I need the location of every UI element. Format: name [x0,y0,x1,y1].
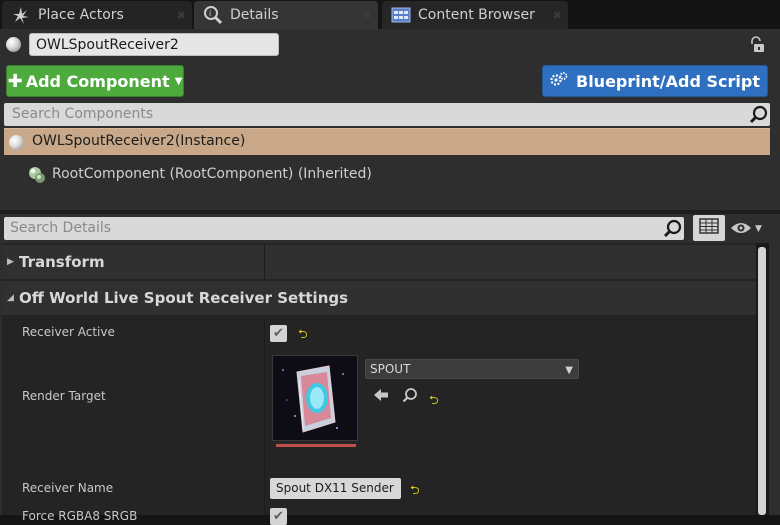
checkmark-icon: ✔ [273,509,284,524]
details-panel: OWLSpoutReceiver2 ✚ Add Component ▼ Blue… [0,29,780,525]
tab-content-browser[interactable]: Content Browser ✖ [382,1,568,29]
property-matrix-button[interactable] [693,215,725,241]
details-view: ▶ Transform ◢ Off World Live Spout Recei… [2,243,756,525]
force-rgba8-label: Force RGBA8 SRGB [22,509,138,523]
reset-to-default-icon[interactable]: ⮌ [298,325,308,346]
gear-icon [550,71,568,91]
scrollbar-thumb[interactable] [758,247,766,515]
category-label: Transform [19,253,105,271]
blueprint-add-script-button[interactable]: Blueprint/Add Script [542,65,768,97]
add-component-button[interactable]: ✚ Add Component ▼ [6,65,184,97]
component-instance-row[interactable]: OWLSpoutReceiver2(Instance) [4,128,770,155]
blueprint-label: Blueprint/Add Script [576,71,760,91]
close-icon[interactable]: ✖ [553,9,562,22]
receiver-name-input[interactable]: Spout DX11 Sender [270,478,401,499]
scene-component-icon [28,166,46,184]
browse-search-icon[interactable] [402,387,418,403]
details-icon: i [202,4,224,26]
eye-icon [730,220,752,239]
plus-icon: ✚ [7,70,23,92]
panel-divider[interactable] [0,210,780,214]
close-icon[interactable]: ✖ [363,9,372,22]
receiver-active-checkbox[interactable]: ✔ [270,325,287,342]
place-actors-icon [10,4,32,26]
column-splitter[interactable] [264,317,265,515]
checkmark-icon: ✔ [273,326,284,341]
render-target-thumbnail[interactable] [272,355,358,441]
column-splitter[interactable] [264,245,265,279]
search-placeholder: Search Components [12,106,154,122]
expand-arrow-icon: ▶ [7,257,14,267]
details-scrollbar[interactable] [756,243,769,515]
tab-details[interactable]: i Details ✖ [194,1,378,29]
grid-icon [699,218,719,238]
property-list: Receiver Active ✔ ⮌ Render Target SPOUT … [2,317,756,525]
actor-name-row: OWLSpoutReceiver2 [0,29,780,61]
component-instance-label: OWLSpoutReceiver2(Instance) [32,133,246,149]
close-icon[interactable]: ✖ [177,9,186,22]
chevron-down-icon: ▼ [755,224,762,234]
reset-to-default-icon[interactable]: ⮌ [410,481,420,502]
asset-type-color-bar [276,444,356,447]
root-component-row[interactable]: RootComponent (RootComponent) (Inherited… [26,163,372,185]
root-component-label: RootComponent (RootComponent) (Inherited… [52,166,372,182]
render-target-asset-picker[interactable]: SPOUT ▼ [365,359,579,379]
add-component-label: Add Component [25,71,170,91]
search-icon [749,105,768,130]
category-label: Off World Live Spout Receiver Settings [19,289,349,307]
tab-place-actors[interactable]: Place Actors ✖ [2,1,192,29]
actor-icon [6,37,21,52]
force-rgba8-checkbox[interactable]: ✔ [270,508,287,525]
tab-bar: Place Actors ✖ i Details ✖ Content Brows… [0,0,780,29]
tab-label: Place Actors [38,7,124,23]
svg-text:i: i [209,9,211,18]
reset-to-default-icon[interactable]: ⮌ [429,391,439,412]
chevron-down-icon: ▼ [565,365,573,376]
category-spout-receiver-settings[interactable]: ◢ Off World Live Spout Receiver Settings [2,281,756,315]
receiver-active-label: Receiver Active [22,325,115,339]
search-components-input[interactable]: Search Components [4,103,770,126]
content-browser-icon [390,4,412,26]
use-selected-icon[interactable] [373,387,389,403]
receiver-name-label: Receiver Name [22,481,114,495]
view-options-button[interactable]: ▼ [730,221,770,237]
search-icon [663,219,682,244]
tab-label: Details [230,7,279,23]
lock-icon[interactable] [748,36,766,54]
tab-label: Content Browser [418,7,535,23]
category-transform[interactable]: ▶ Transform [2,245,756,279]
render-target-label: Render Target [22,389,106,403]
search-details-input[interactable]: Search Details [4,217,684,240]
search-placeholder: Search Details [10,220,112,236]
actor-name-field[interactable]: OWLSpoutReceiver2 [29,33,279,56]
chevron-down-icon: ▼ [174,75,183,87]
asset-name: SPOUT [370,362,411,376]
collapse-arrow-icon: ◢ [7,293,14,303]
actor-icon [9,135,24,150]
